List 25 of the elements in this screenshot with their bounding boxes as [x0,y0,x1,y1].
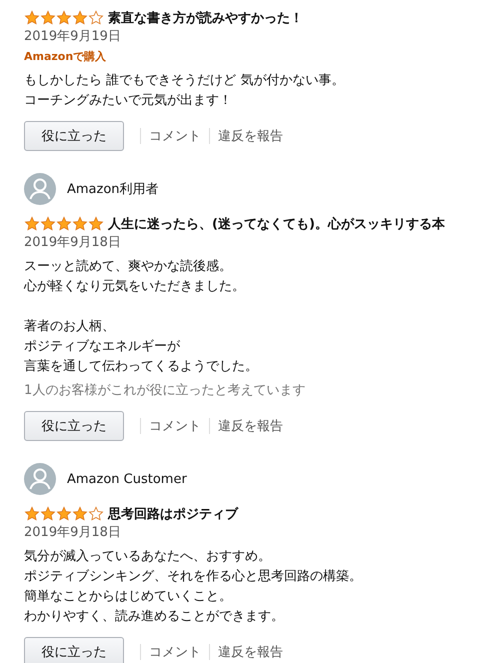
comment-link[interactable]: コメント [149,127,201,145]
review-date: 2019年9月19日 [24,28,122,46]
helpful-button[interactable]: 役に立った [24,637,124,663]
review-title: 素直な書き方が読みやすかった！ [108,10,303,27]
report-link[interactable]: 違反を報告 [218,643,283,661]
reviewer-name: Amazon Customer [67,472,187,486]
review-text: 著者のお人柄、 ポジティブなエネルギーが 言葉を通して伝わってくるようでした。 [24,318,259,376]
review-title: 人生に迷ったら、(迷ってなくても)。心がスッキリする本 [108,216,445,233]
comment-link[interactable]: コメント [149,643,201,661]
review-date: 2019年9月18日 [24,234,122,252]
report-link[interactable]: 違反を報告 [218,127,283,145]
verified-purchase-label: Amazonで購入 [24,49,106,65]
helpful-count: 1人のお客様がこれが役に立ったと考えています [24,382,306,400]
review-date: 2019年9月18日 [24,524,122,542]
reviewer-name: Amazon利用者 [67,181,159,198]
avatar-icon [24,463,56,495]
helpful-button[interactable]: 役に立った [24,121,124,151]
report-link[interactable]: 違反を報告 [218,417,283,435]
review-text: 気分が滅入っているあなたへ、おすすめ。 ポジティブシンキング、それを作る心と思考回路の構築。 簡単なことからはじめていくこと。 わかりやすく、読み進めることができます。 [24,548,363,626]
review-text: もしかしたら 誰でもできそうだけど 気が付かない事。 コーチングみたいで元気が出ます！ [24,72,346,110]
avatar-icon [24,173,56,205]
review-title: 思考回路はポジティブ [108,506,238,523]
review-text: スーッと読めて、爽やかな読後感。 心が軽くなり元気をいただきました。 [24,258,246,296]
helpful-button[interactable]: 役に立った [24,411,124,441]
comment-link[interactable]: コメント [149,417,201,435]
